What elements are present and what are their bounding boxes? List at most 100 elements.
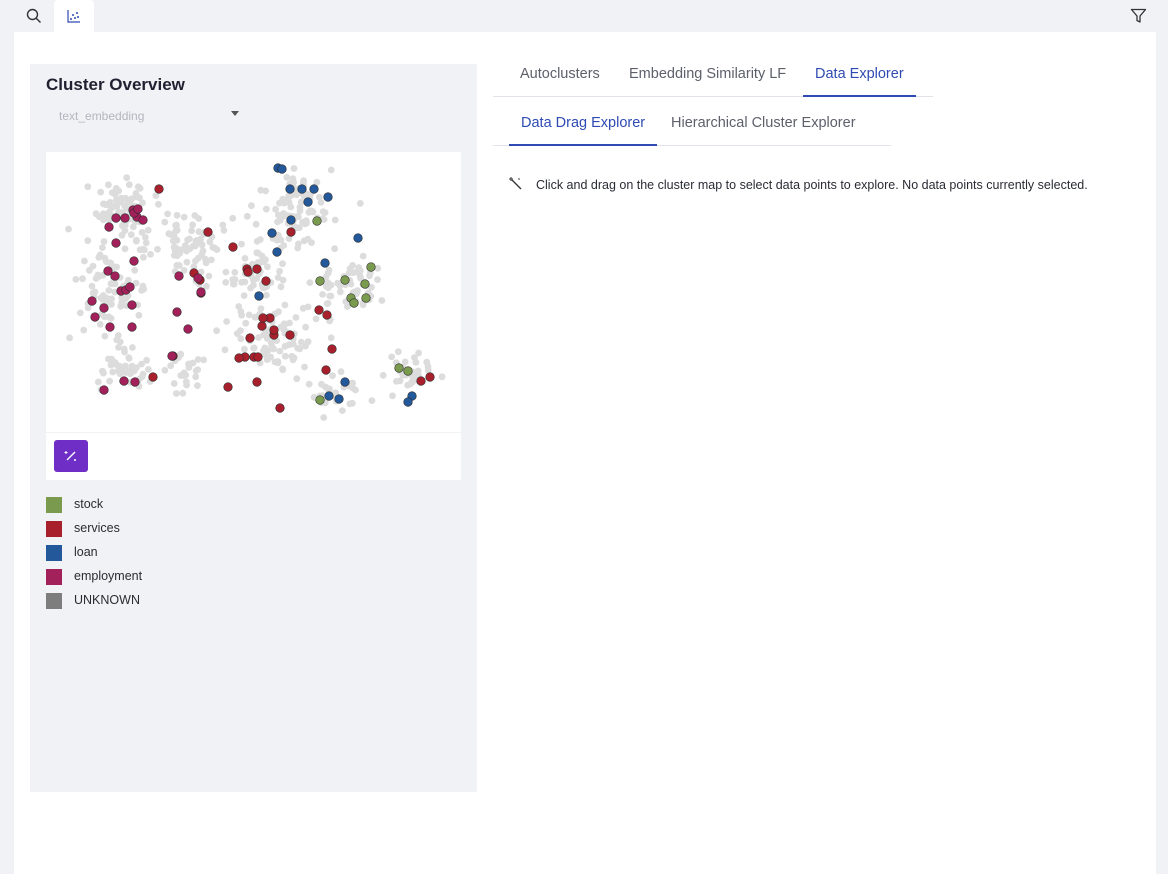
map-point-unknown [324, 300, 332, 307]
map-point-unknown [238, 311, 246, 319]
legend-item-unknown[interactable]: UNKNOWN [46, 592, 346, 616]
map-point-employment [133, 204, 143, 214]
map-point-unknown [84, 237, 92, 245]
map-point-unknown [170, 252, 178, 259]
tab-embedding-similarity-lf[interactable]: Embedding Similarity LF [617, 64, 798, 97]
tab-autoclusters[interactable]: Autoclusters [508, 64, 612, 97]
tab-data-explorer[interactable]: Data Explorer [803, 64, 916, 97]
map-point-unknown [253, 237, 261, 245]
map-point-unknown [188, 227, 196, 235]
map-point-employment [104, 222, 114, 232]
map-point-unknown [312, 315, 320, 323]
map-point-services [425, 372, 435, 382]
tab-label: Hierarchical Cluster Explorer [671, 115, 856, 131]
legend-swatch [46, 569, 62, 585]
map-point-services [252, 264, 262, 274]
map-point-unknown [114, 332, 122, 339]
embedding-select[interactable]: text_embedding [46, 106, 246, 128]
map-point-employment [127, 322, 137, 332]
map-point-unknown [388, 353, 396, 361]
map-point-unknown [100, 200, 108, 208]
map-point-services [148, 372, 158, 382]
map-point-unknown [66, 334, 73, 342]
map-point-services [285, 330, 295, 340]
map-point-loan [403, 397, 413, 407]
map-point-unknown [231, 269, 239, 276]
map-point-unknown [125, 181, 133, 189]
search-icon[interactable] [14, 0, 54, 32]
map-point-stock [366, 262, 376, 272]
map-point-unknown [243, 212, 251, 220]
map-point-unknown [264, 263, 271, 271]
map-point-unknown [438, 373, 446, 381]
tab-data-drag-explorer[interactable]: Data Drag Explorer [509, 113, 658, 146]
map-point-unknown [198, 241, 206, 249]
map-point-unknown [250, 344, 258, 352]
map-point-unknown [348, 399, 356, 407]
legend-swatch [46, 497, 62, 513]
tab-label: Autoclusters [520, 66, 600, 82]
map-point-unknown [111, 191, 119, 198]
map-point-unknown [281, 321, 289, 329]
map-point-unknown [132, 193, 140, 201]
map-point-loan [303, 197, 313, 207]
map-point-unknown [272, 205, 279, 213]
map-point-unknown [173, 262, 181, 269]
map-point-unknown [326, 385, 333, 393]
scatter-plot-icon[interactable] [54, 0, 94, 32]
map-point-unknown [118, 222, 126, 230]
legend-label: employment [74, 569, 143, 583]
map-point-unknown [89, 262, 97, 270]
magic-wand-button[interactable] [54, 440, 88, 472]
map-point-unknown [396, 377, 404, 385]
map-point-unknown [276, 267, 283, 275]
map-point-unknown [172, 390, 180, 397]
map-point-unknown [327, 334, 335, 342]
legend-item-loan[interactable]: loan [46, 544, 346, 568]
tab-label: Data Explorer [815, 66, 904, 82]
cluster-map[interactable] [46, 152, 461, 432]
legend-swatch [46, 545, 62, 561]
map-point-unknown [292, 314, 300, 321]
map-point-services [269, 325, 279, 335]
map-point-loan [334, 394, 344, 404]
map-point-unknown [173, 211, 181, 219]
map-point-employment [105, 322, 115, 332]
map-point-unknown [72, 276, 80, 283]
map-point-unknown [304, 338, 312, 346]
map-point-unknown [305, 208, 313, 216]
hint-text: Click and drag on the cluster map to sel… [536, 178, 1088, 192]
legend-item-services[interactable]: services [46, 520, 346, 544]
map-point-unknown [179, 389, 187, 397]
map-point-loan [353, 233, 363, 243]
filter-icon[interactable] [1118, 0, 1158, 32]
map-point-employment [125, 282, 135, 292]
map-point-unknown [240, 292, 248, 299]
map-point-unknown [154, 245, 161, 253]
map-point-unknown [263, 291, 270, 299]
legend-item-employment[interactable]: employment [46, 568, 346, 592]
map-point-loan [254, 291, 264, 301]
map-point-loan [309, 184, 319, 194]
map-point-unknown [319, 291, 326, 298]
map-point-unknown [97, 188, 105, 196]
map-point-unknown [283, 174, 291, 181]
map-point-unknown [237, 335, 245, 343]
legend-item-stock[interactable]: stock [46, 496, 346, 520]
legend-swatch [46, 593, 62, 609]
map-point-unknown [84, 304, 92, 312]
map-point-employment [90, 312, 100, 322]
map-point-stock [361, 293, 371, 303]
map-point-unknown [305, 380, 313, 388]
map-point-unknown [107, 259, 114, 267]
tab-hierarchical-cluster-explorer[interactable]: Hierarchical Cluster Explorer [659, 113, 868, 146]
map-point-unknown [100, 238, 108, 245]
map-point-unknown [79, 275, 86, 283]
map-point-unknown [202, 259, 210, 267]
map-point-services [223, 382, 233, 392]
map-point-unknown [161, 366, 169, 374]
map-point-unknown [140, 253, 147, 261]
map-point-services [321, 365, 331, 375]
map-point-stock [403, 366, 413, 376]
map-point-unknown [115, 367, 122, 375]
